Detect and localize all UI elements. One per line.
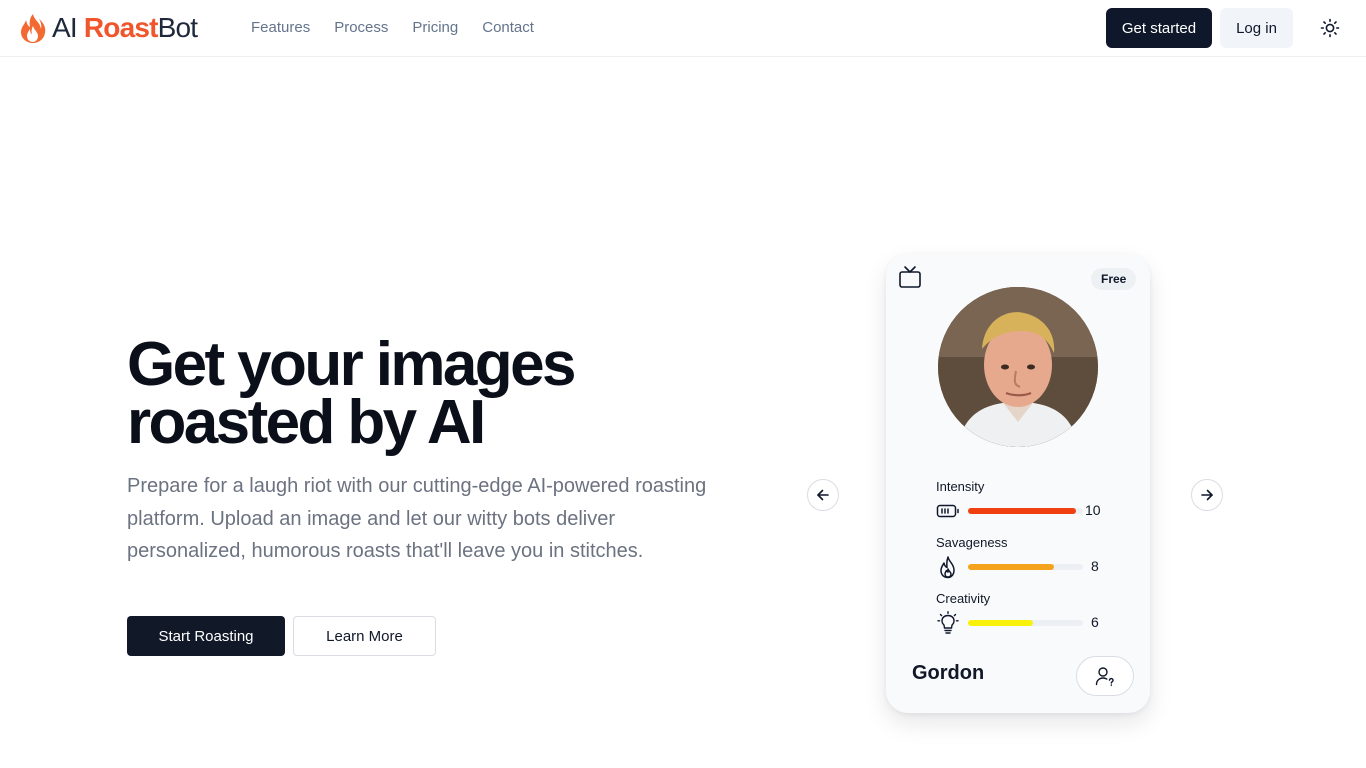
stat-value-intensity: 10 bbox=[1085, 502, 1101, 518]
brand-logo[interactable]: AI RoastBot bbox=[18, 12, 198, 44]
arrow-left-icon bbox=[817, 489, 829, 501]
plan-badge: Free bbox=[1091, 268, 1137, 290]
roaster-avatar bbox=[938, 287, 1098, 447]
tv-icon bbox=[898, 265, 922, 289]
lightbulb-icon bbox=[936, 611, 960, 635]
roaster-name: Gordon bbox=[912, 662, 985, 684]
nav-link-contact[interactable]: Contact bbox=[482, 18, 534, 38]
stat-label-intensity: Intensity bbox=[936, 479, 985, 494]
theme-toggle-button[interactable] bbox=[1316, 14, 1344, 42]
stat-track-intensity bbox=[968, 508, 1083, 514]
get-started-button[interactable]: Get started bbox=[1106, 8, 1212, 48]
stat-bar-savageness bbox=[968, 564, 1055, 570]
sun-icon bbox=[1320, 18, 1340, 38]
stat-value-savageness: 8 bbox=[1091, 558, 1099, 574]
nav-link-pricing[interactable]: Pricing bbox=[412, 18, 458, 38]
hero-title-line2: roasted by AI bbox=[127, 388, 486, 457]
carousel-prev-button[interactable] bbox=[807, 479, 839, 511]
stat-label-savageness: Savageness bbox=[936, 535, 1008, 550]
hero-title: Get your images roasted by AI bbox=[127, 334, 687, 454]
nav-link-features[interactable]: Features bbox=[251, 18, 310, 38]
brand-name: AI RoastBot bbox=[52, 12, 198, 44]
roaster-card: Free Intensity 10 Savageness 8 Creativit… bbox=[886, 254, 1150, 713]
hero-description: Prepare for a laugh riot with our cuttin… bbox=[127, 475, 707, 563]
brand-bot: Bot bbox=[157, 12, 198, 43]
brand-ai: AI bbox=[52, 12, 78, 43]
start-roasting-button[interactable]: Start Roasting bbox=[127, 616, 285, 656]
stat-track-creativity bbox=[968, 620, 1083, 626]
flame-icon bbox=[936, 555, 960, 579]
flame-logo-icon bbox=[21, 14, 46, 43]
learn-more-button[interactable]: Learn More bbox=[293, 616, 436, 656]
nav-link-process[interactable]: Process bbox=[334, 18, 388, 38]
carousel-next-button[interactable] bbox=[1191, 479, 1223, 511]
arrow-right-icon bbox=[1201, 489, 1213, 501]
stat-track-savageness bbox=[968, 564, 1083, 570]
stat-label-creativity: Creativity bbox=[936, 591, 991, 606]
stat-bar-creativity bbox=[968, 620, 1033, 626]
stat-bar-intensity bbox=[968, 508, 1077, 514]
user-question-icon bbox=[1095, 667, 1114, 686]
nav-links: Features Process Pricing Contact bbox=[251, 18, 558, 38]
battery-icon bbox=[936, 499, 960, 523]
login-button[interactable]: Log in bbox=[1220, 8, 1293, 48]
brand-roast: Roast bbox=[83, 12, 159, 43]
top-navbar: AI RoastBot Features Process Pricing Con… bbox=[0, 0, 1366, 57]
roaster-info-button[interactable] bbox=[1076, 656, 1134, 696]
stat-value-creativity: 6 bbox=[1091, 614, 1099, 630]
